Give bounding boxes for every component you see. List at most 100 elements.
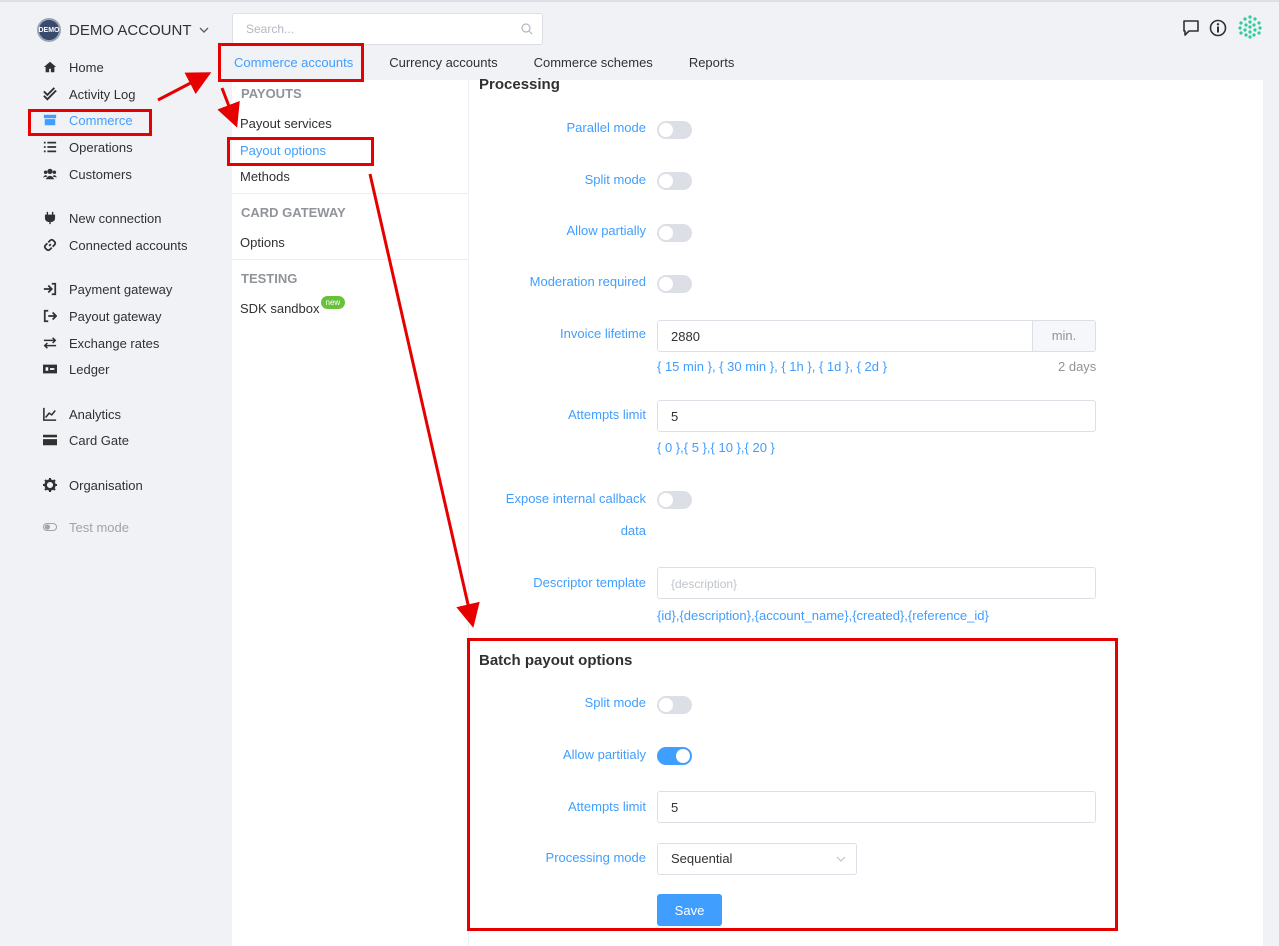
allow-partially-switch[interactable]	[657, 224, 692, 242]
search-icon	[521, 23, 533, 35]
var-account-name[interactable]: {account_name}	[755, 608, 849, 623]
preset-15min[interactable]: { 15 min }	[657, 359, 712, 374]
descriptor-template-field	[657, 567, 1096, 599]
split-mode-label: Split mode	[584, 172, 646, 187]
sidebar-item-label: Ledger	[69, 361, 110, 377]
user-avatar-icon[interactable]	[1237, 14, 1263, 40]
split-mode-switch[interactable]	[657, 172, 692, 190]
invoice-lifetime-readable: 2 days	[1058, 359, 1097, 374]
search-input[interactable]	[233, 14, 503, 44]
preset-1h[interactable]: { 1h }	[781, 359, 811, 374]
sidebar-item-ledger[interactable]: Ledger	[42, 359, 109, 379]
new-badge: new	[320, 296, 346, 309]
invoice-lifetime-unit: min.	[1032, 321, 1095, 351]
sidebar-item-organisation[interactable]: Organisation	[42, 475, 143, 495]
exchange-icon	[42, 336, 57, 351]
invoice-lifetime-input[interactable]	[658, 321, 1095, 351]
users-icon	[42, 167, 57, 182]
annotation-box-payout-options	[227, 137, 374, 166]
top-border	[0, 0, 1279, 2]
allow-partially-label: Allow partially	[566, 223, 646, 238]
submenu-divider	[232, 259, 469, 260]
submenu-sdk-sandbox[interactable]: SDK sandbox new	[240, 296, 346, 317]
preset-5[interactable]: { 5 }	[684, 440, 707, 455]
home-icon	[42, 60, 57, 75]
sidebar-item-test-mode[interactable]: Test mode	[42, 517, 129, 537]
attempts-limit-input[interactable]	[658, 401, 1095, 431]
sign-in-icon	[42, 282, 57, 297]
submenu-methods[interactable]: Methods	[240, 169, 290, 184]
expose-callback-label-line1: Expose internal callback	[505, 491, 646, 506]
preset-1d[interactable]: { 1d }	[819, 359, 849, 374]
search-box[interactable]	[232, 13, 543, 45]
sidebar-item-new-connection[interactable]: New connection	[42, 208, 162, 228]
moderation-required-label: Moderation required	[529, 274, 646, 289]
account-switcher[interactable]: DEMO DEMO ACCOUNT	[37, 16, 210, 44]
var-reference-id[interactable]: {reference_id}	[908, 608, 989, 623]
expose-callback-label: Expose internal callback data	[506, 491, 646, 539]
tab-commerce-schemes[interactable]: Commerce schemes	[516, 46, 671, 80]
sidebar-item-label: Analytics	[69, 406, 122, 422]
link-icon	[42, 238, 57, 253]
sidebar-item-label: New connection	[69, 210, 162, 226]
annotation-box-commerce-accounts	[218, 43, 364, 82]
var-created[interactable]: {created}	[852, 608, 904, 623]
info-icon[interactable]	[1209, 19, 1227, 37]
money-bill-icon	[42, 362, 57, 377]
sidebar-item-operations[interactable]: Operations	[42, 137, 133, 157]
invoice-lifetime-presets: { 15 min }, { 30 min }, { 1h }, { 1d }, …	[657, 359, 887, 374]
preset-2d[interactable]: { 2d }	[857, 359, 887, 374]
sidebar-item-analytics[interactable]: Analytics	[42, 404, 121, 424]
parallel-mode-switch[interactable]	[657, 121, 692, 139]
preset-20[interactable]: { 20 }	[745, 440, 775, 455]
sidebar-item-connected-accounts[interactable]: Connected accounts	[42, 235, 188, 255]
tab-currency-accounts[interactable]: Currency accounts	[371, 46, 515, 80]
card-gateway-heading: CARD GATEWAY	[241, 205, 346, 220]
invoice-lifetime-label: Invoice lifetime	[560, 326, 646, 341]
descriptor-template-label: Descriptor template	[533, 575, 646, 590]
sidebar-item-label: Test mode	[69, 519, 129, 535]
sidebar-item-label: Payout gateway	[69, 308, 162, 324]
moderation-required-switch[interactable]	[657, 275, 692, 293]
account-logo: DEMO	[37, 18, 61, 42]
submenu-options[interactable]: Options	[240, 235, 285, 250]
sidebar-item-label: Operations	[69, 139, 133, 155]
sidebar-item-label: Exchange rates	[69, 335, 160, 351]
var-description[interactable]: {description}	[679, 608, 751, 623]
submenu-payout-services[interactable]: Payout services	[240, 116, 332, 131]
expose-callback-label-line2: data	[620, 523, 646, 538]
sidebar-item-exchange-rates[interactable]: Exchange rates	[42, 333, 159, 353]
invoice-lifetime-field: min.	[657, 320, 1096, 352]
sidebar-item-label: Activity Log	[69, 86, 136, 102]
sidebar-item-home[interactable]: Home	[42, 57, 104, 77]
annotation-box-batch-options	[467, 638, 1118, 931]
sidebar-item-card-gate[interactable]: Card Gate	[42, 430, 129, 450]
submenu-sdk-sandbox-label: SDK sandbox	[240, 301, 320, 316]
preset-0[interactable]: { 0 }	[657, 440, 680, 455]
chevron-down-icon	[199, 27, 209, 33]
var-id[interactable]: {id}	[657, 608, 676, 623]
sidebar-item-customers[interactable]: Customers	[42, 164, 132, 184]
sidebar-item-label: Customers	[69, 166, 132, 182]
sidebar-item-activity-log[interactable]: Activity Log	[42, 84, 135, 104]
sidebar-item-payout-gateway[interactable]: Payout gateway	[42, 306, 162, 326]
list-icon	[42, 140, 57, 155]
attempts-limit-field	[657, 400, 1096, 432]
submenu-divider	[232, 193, 469, 194]
preset-10[interactable]: { 10 }	[711, 440, 741, 455]
preset-30min[interactable]: { 30 min }	[719, 359, 774, 374]
processing-title: Processing	[479, 76, 560, 93]
toggle-icon	[42, 520, 57, 535]
sidebar-item-label: Card Gate	[69, 432, 129, 448]
expose-callback-switch[interactable]	[657, 491, 692, 509]
sidebar-item-label: Payment gateway	[69, 281, 173, 297]
parallel-mode-label: Parallel mode	[566, 120, 647, 135]
chat-icon[interactable]	[1182, 19, 1200, 37]
sign-out-icon	[42, 309, 57, 324]
sidebar-item-label: Home	[69, 59, 104, 75]
descriptor-template-input[interactable]	[658, 568, 1095, 598]
sidebar-item-label: Connected accounts	[69, 237, 188, 253]
tab-reports[interactable]: Reports	[671, 46, 753, 80]
sidebar-item-payment-gateway[interactable]: Payment gateway	[42, 279, 172, 299]
annotation-box-commerce	[28, 109, 152, 136]
